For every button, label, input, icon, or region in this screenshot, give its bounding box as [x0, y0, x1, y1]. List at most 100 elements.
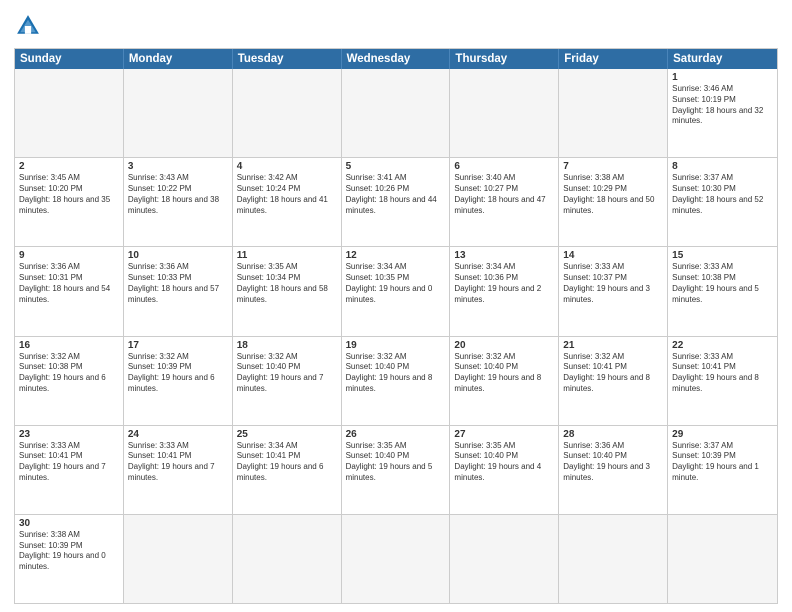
- cell-info: Sunrise: 3:32 AM Sunset: 10:40 PM Daylig…: [237, 352, 337, 395]
- logo: [14, 12, 46, 40]
- day-number: 25: [237, 429, 337, 440]
- day-cell-30: 30Sunrise: 3:38 AM Sunset: 10:39 PM Dayl…: [15, 515, 124, 603]
- day-cell-23: 23Sunrise: 3:33 AM Sunset: 10:41 PM Dayl…: [15, 426, 124, 514]
- day-cell-3: 3Sunrise: 3:43 AM Sunset: 10:22 PM Dayli…: [124, 158, 233, 246]
- day-cell-25: 25Sunrise: 3:34 AM Sunset: 10:41 PM Dayl…: [233, 426, 342, 514]
- page: SundayMondayTuesdayWednesdayThursdayFrid…: [0, 0, 792, 612]
- day-cell-21: 21Sunrise: 3:32 AM Sunset: 10:41 PM Dayl…: [559, 337, 668, 425]
- day-number: 11: [237, 250, 337, 261]
- cell-info: Sunrise: 3:32 AM Sunset: 10:41 PM Daylig…: [563, 352, 663, 395]
- day-cell-14: 14Sunrise: 3:33 AM Sunset: 10:37 PM Dayl…: [559, 247, 668, 335]
- empty-cell: [450, 515, 559, 603]
- cell-info: Sunrise: 3:36 AM Sunset: 10:33 PM Daylig…: [128, 262, 228, 305]
- day-cell-5: 5Sunrise: 3:41 AM Sunset: 10:26 PM Dayli…: [342, 158, 451, 246]
- empty-cell: [559, 69, 668, 157]
- cell-info: Sunrise: 3:38 AM Sunset: 10:39 PM Daylig…: [19, 530, 119, 573]
- cell-info: Sunrise: 3:32 AM Sunset: 10:38 PM Daylig…: [19, 352, 119, 395]
- day-number: 3: [128, 161, 228, 172]
- day-number: 21: [563, 340, 663, 351]
- empty-cell: [233, 69, 342, 157]
- cell-info: Sunrise: 3:32 AM Sunset: 10:40 PM Daylig…: [346, 352, 446, 395]
- day-cell-4: 4Sunrise: 3:42 AM Sunset: 10:24 PM Dayli…: [233, 158, 342, 246]
- weekday-header-friday: Friday: [559, 49, 668, 69]
- cell-info: Sunrise: 3:40 AM Sunset: 10:27 PM Daylig…: [454, 173, 554, 216]
- day-cell-16: 16Sunrise: 3:32 AM Sunset: 10:38 PM Dayl…: [15, 337, 124, 425]
- cell-info: Sunrise: 3:34 AM Sunset: 10:41 PM Daylig…: [237, 441, 337, 484]
- day-number: 22: [672, 340, 773, 351]
- day-number: 5: [346, 161, 446, 172]
- calendar-row-3: 16Sunrise: 3:32 AM Sunset: 10:38 PM Dayl…: [15, 336, 777, 425]
- cell-info: Sunrise: 3:34 AM Sunset: 10:35 PM Daylig…: [346, 262, 446, 305]
- day-cell-29: 29Sunrise: 3:37 AM Sunset: 10:39 PM Dayl…: [668, 426, 777, 514]
- day-number: 12: [346, 250, 446, 261]
- cell-info: Sunrise: 3:46 AM Sunset: 10:19 PM Daylig…: [672, 84, 773, 127]
- day-number: 4: [237, 161, 337, 172]
- day-cell-1: 1Sunrise: 3:46 AM Sunset: 10:19 PM Dayli…: [668, 69, 777, 157]
- day-cell-9: 9Sunrise: 3:36 AM Sunset: 10:31 PM Dayli…: [15, 247, 124, 335]
- cell-info: Sunrise: 3:38 AM Sunset: 10:29 PM Daylig…: [563, 173, 663, 216]
- cell-info: Sunrise: 3:41 AM Sunset: 10:26 PM Daylig…: [346, 173, 446, 216]
- day-number: 15: [672, 250, 773, 261]
- cell-info: Sunrise: 3:45 AM Sunset: 10:20 PM Daylig…: [19, 173, 119, 216]
- cell-info: Sunrise: 3:33 AM Sunset: 10:41 PM Daylig…: [672, 352, 773, 395]
- calendar-header: SundayMondayTuesdayWednesdayThursdayFrid…: [15, 49, 777, 69]
- day-cell-17: 17Sunrise: 3:32 AM Sunset: 10:39 PM Dayl…: [124, 337, 233, 425]
- cell-info: Sunrise: 3:33 AM Sunset: 10:37 PM Daylig…: [563, 262, 663, 305]
- day-number: 10: [128, 250, 228, 261]
- cell-info: Sunrise: 3:33 AM Sunset: 10:38 PM Daylig…: [672, 262, 773, 305]
- cell-info: Sunrise: 3:32 AM Sunset: 10:39 PM Daylig…: [128, 352, 228, 395]
- day-number: 7: [563, 161, 663, 172]
- day-cell-26: 26Sunrise: 3:35 AM Sunset: 10:40 PM Dayl…: [342, 426, 451, 514]
- empty-cell: [233, 515, 342, 603]
- cell-info: Sunrise: 3:36 AM Sunset: 10:40 PM Daylig…: [563, 441, 663, 484]
- header: [14, 12, 778, 40]
- empty-cell: [342, 69, 451, 157]
- cell-info: Sunrise: 3:35 AM Sunset: 10:40 PM Daylig…: [346, 441, 446, 484]
- calendar-body: 1Sunrise: 3:46 AM Sunset: 10:19 PM Dayli…: [15, 69, 777, 603]
- cell-info: Sunrise: 3:32 AM Sunset: 10:40 PM Daylig…: [454, 352, 554, 395]
- weekday-header-thursday: Thursday: [450, 49, 559, 69]
- empty-cell: [15, 69, 124, 157]
- day-number: 17: [128, 340, 228, 351]
- day-number: 1: [672, 72, 773, 83]
- weekday-header-monday: Monday: [124, 49, 233, 69]
- calendar-row-4: 23Sunrise: 3:33 AM Sunset: 10:41 PM Dayl…: [15, 425, 777, 514]
- day-cell-22: 22Sunrise: 3:33 AM Sunset: 10:41 PM Dayl…: [668, 337, 777, 425]
- calendar-row-1: 2Sunrise: 3:45 AM Sunset: 10:20 PM Dayli…: [15, 157, 777, 246]
- day-cell-13: 13Sunrise: 3:34 AM Sunset: 10:36 PM Dayl…: [450, 247, 559, 335]
- weekday-header-sunday: Sunday: [15, 49, 124, 69]
- day-cell-28: 28Sunrise: 3:36 AM Sunset: 10:40 PM Dayl…: [559, 426, 668, 514]
- day-number: 13: [454, 250, 554, 261]
- day-number: 16: [19, 340, 119, 351]
- day-number: 30: [19, 518, 119, 529]
- day-cell-6: 6Sunrise: 3:40 AM Sunset: 10:27 PM Dayli…: [450, 158, 559, 246]
- weekday-header-wednesday: Wednesday: [342, 49, 451, 69]
- day-number: 23: [19, 429, 119, 440]
- day-number: 9: [19, 250, 119, 261]
- day-number: 8: [672, 161, 773, 172]
- day-number: 29: [672, 429, 773, 440]
- empty-cell: [342, 515, 451, 603]
- day-cell-19: 19Sunrise: 3:32 AM Sunset: 10:40 PM Dayl…: [342, 337, 451, 425]
- cell-info: Sunrise: 3:36 AM Sunset: 10:31 PM Daylig…: [19, 262, 119, 305]
- day-cell-27: 27Sunrise: 3:35 AM Sunset: 10:40 PM Dayl…: [450, 426, 559, 514]
- day-cell-24: 24Sunrise: 3:33 AM Sunset: 10:41 PM Dayl…: [124, 426, 233, 514]
- day-number: 14: [563, 250, 663, 261]
- day-cell-7: 7Sunrise: 3:38 AM Sunset: 10:29 PM Dayli…: [559, 158, 668, 246]
- weekday-header-tuesday: Tuesday: [233, 49, 342, 69]
- day-cell-11: 11Sunrise: 3:35 AM Sunset: 10:34 PM Dayl…: [233, 247, 342, 335]
- day-number: 20: [454, 340, 554, 351]
- day-cell-18: 18Sunrise: 3:32 AM Sunset: 10:40 PM Dayl…: [233, 337, 342, 425]
- day-cell-8: 8Sunrise: 3:37 AM Sunset: 10:30 PM Dayli…: [668, 158, 777, 246]
- day-number: 28: [563, 429, 663, 440]
- calendar: SundayMondayTuesdayWednesdayThursdayFrid…: [14, 48, 778, 604]
- day-number: 18: [237, 340, 337, 351]
- calendar-row-0: 1Sunrise: 3:46 AM Sunset: 10:19 PM Dayli…: [15, 69, 777, 157]
- day-number: 26: [346, 429, 446, 440]
- empty-cell: [668, 515, 777, 603]
- day-number: 2: [19, 161, 119, 172]
- day-number: 24: [128, 429, 228, 440]
- calendar-row-5: 30Sunrise: 3:38 AM Sunset: 10:39 PM Dayl…: [15, 514, 777, 603]
- cell-info: Sunrise: 3:35 AM Sunset: 10:40 PM Daylig…: [454, 441, 554, 484]
- cell-info: Sunrise: 3:37 AM Sunset: 10:39 PM Daylig…: [672, 441, 773, 484]
